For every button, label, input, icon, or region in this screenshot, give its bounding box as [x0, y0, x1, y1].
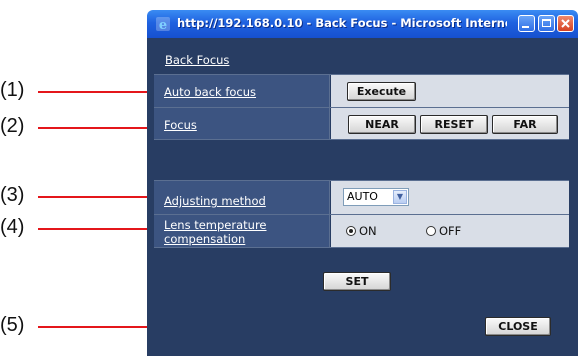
window-title: http://192.168.0.10 - Back Focus - Micro…	[177, 16, 507, 30]
callout-4: (4)	[0, 216, 25, 238]
row-auto-back-focus: Auto back focus Execute	[154, 74, 569, 107]
row-adjusting-method: Adjusting method AUTO ▼	[154, 180, 569, 214]
auto-back-focus-link[interactable]: Auto back focus	[164, 85, 256, 99]
focus-label-cell: Focus	[154, 108, 330, 139]
adjusting-method-link[interactable]: Adjusting method	[164, 194, 266, 208]
lens-temp-off-radio[interactable]	[426, 226, 436, 236]
focus-link[interactable]: Focus	[164, 118, 197, 132]
adjusting-method-label-cell: Adjusting method	[154, 181, 330, 214]
far-button[interactable]: FAR	[492, 115, 558, 134]
window-titlebar[interactable]: e http://192.168.0.10 - Back Focus - Mic…	[147, 10, 578, 38]
lens-temperature-value-cell: ON OFF	[331, 215, 569, 247]
minimize-button[interactable]	[518, 15, 535, 32]
reset-button[interactable]: RESET	[420, 115, 488, 134]
callout-2: (2)	[0, 115, 25, 137]
callout-line-2	[38, 127, 165, 129]
chevron-down-icon[interactable]: ▼	[393, 190, 407, 204]
close-icon	[561, 19, 570, 28]
window-close-button[interactable]	[557, 15, 574, 32]
maximize-icon	[542, 19, 551, 27]
callout-line-3	[38, 196, 165, 198]
adjusting-method-value-cell: AUTO ▼	[331, 181, 569, 214]
adjusting-method-selected-value: AUTO	[347, 190, 378, 203]
callout-3: (3)	[0, 184, 25, 206]
row-focus: Focus NEAR RESET FAR	[154, 107, 569, 140]
svg-text:e: e	[159, 18, 167, 32]
lens-temp-on-label[interactable]: ON	[359, 224, 377, 238]
adjusting-method-select[interactable]: AUTO ▼	[343, 188, 409, 206]
lens-temp-off-label[interactable]: OFF	[439, 224, 461, 238]
internet-explorer-icon: e	[156, 17, 170, 32]
page-content: Back Focus Auto back focus Execute Focus…	[147, 38, 578, 356]
browser-window: e http://192.168.0.10 - Back Focus - Mic…	[147, 10, 578, 356]
lens-temp-on-radio[interactable]	[346, 226, 356, 236]
close-button[interactable]: CLOSE	[485, 317, 551, 336]
maximize-button[interactable]	[538, 15, 555, 32]
back-focus-title-link[interactable]: Back Focus	[165, 53, 229, 67]
callout-line-4	[38, 228, 165, 230]
lens-temperature-link-line2[interactable]: compensation	[164, 232, 245, 246]
set-button[interactable]: SET	[323, 272, 391, 291]
callout-1: (1)	[0, 79, 25, 101]
lens-temperature-link-line1[interactable]: Lens temperature	[164, 218, 267, 232]
near-button[interactable]: NEAR	[348, 115, 416, 134]
auto-back-focus-label-cell: Auto back focus	[154, 75, 330, 107]
auto-back-focus-value-cell: Execute	[331, 75, 569, 107]
callout-5: (5)	[0, 314, 25, 336]
execute-button[interactable]: Execute	[347, 82, 416, 101]
lens-temperature-label-cell: Lens temperature compensation	[154, 215, 330, 247]
focus-value-cell: NEAR RESET FAR	[331, 108, 569, 139]
row-lens-temperature: Lens temperature compensation ON OFF	[154, 214, 569, 248]
minimize-icon	[522, 26, 529, 28]
callout-line-1	[38, 91, 165, 93]
